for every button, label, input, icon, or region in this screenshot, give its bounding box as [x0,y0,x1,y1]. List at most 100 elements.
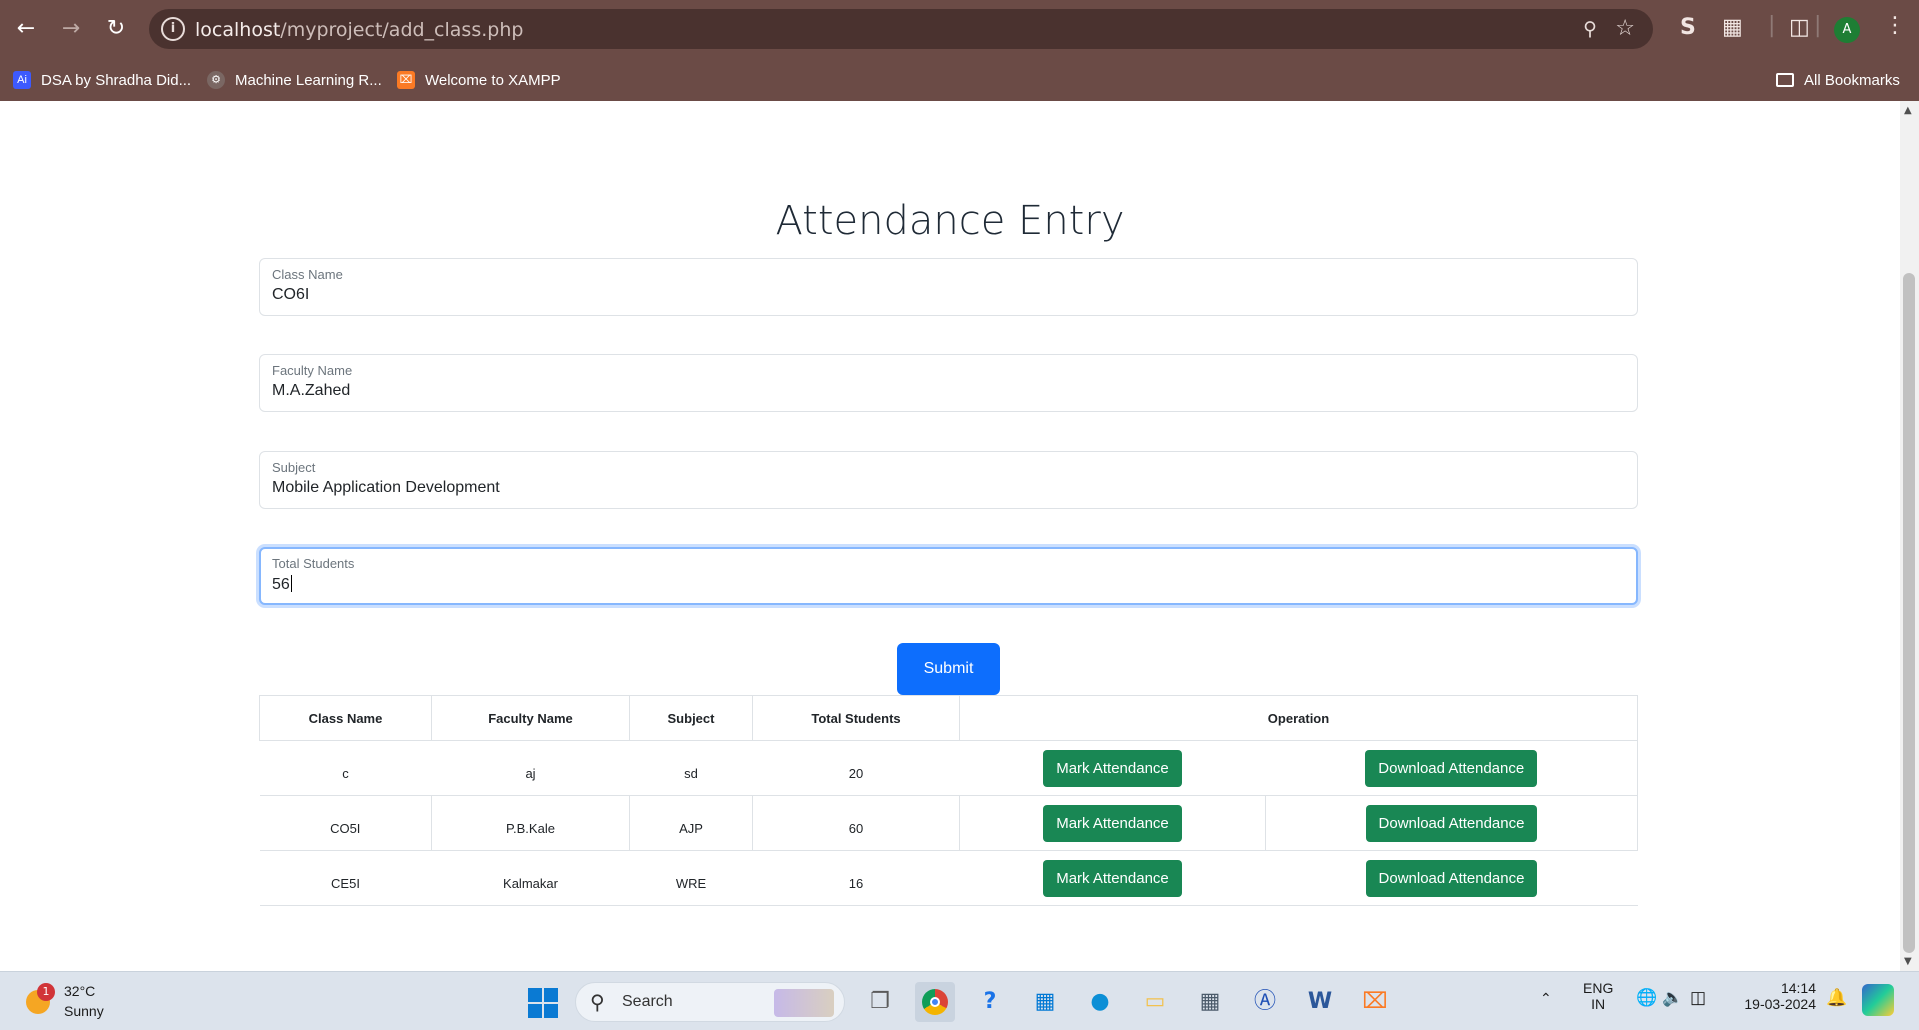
mark-attendance-button[interactable]: Mark Attendance [1043,804,1182,842]
cell-mark: Mark Attendance [959,850,1266,906]
download-attendance-button[interactable]: Download Attendance [1365,804,1538,842]
task-view-icon[interactable]: ❐ [860,982,900,1022]
cell-subject: AJP [629,795,753,851]
notification-bell-icon[interactable]: 🔔 [1826,988,1847,1008]
gear-icon: ⚙ [207,71,225,89]
page-title: Attendance Entry [775,198,1125,244]
bookmark-star-icon[interactable]: ☆ [1615,16,1635,41]
notification-badge: 1 [37,983,55,1001]
back-icon[interactable]: ← [10,13,42,45]
subject-value: Mobile Application Development [272,479,500,496]
folder-icon [1776,73,1794,87]
language-code: ENG [1583,980,1614,996]
calculator-icon[interactable]: ▦ [1190,982,1230,1022]
site-info-icon[interactable]: i [161,17,185,41]
language-indicator[interactable]: ENG IN [1583,980,1613,1012]
classes-table: Class Name Faculty Name Subject Total St… [259,695,1638,906]
scroll-up-arrow-icon[interactable]: ▲ [1904,105,1912,116]
xampp-icon: ⌧ [397,71,415,89]
cell-faculty: P.B.Kale [431,795,630,851]
battery-icon[interactable]: ◫ [1690,988,1706,1008]
mark-attendance-button[interactable]: Mark Attendance [1043,749,1182,787]
menu-kebab-icon[interactable]: ⋮ [1884,13,1906,38]
clock-time: 14:14 [1780,980,1816,996]
bookmark-label: DSA by Shradha Did... [41,71,192,89]
table-row: c aj sd 20 Mark Attendance Download Atte… [259,740,1638,796]
clock-date: 19-03-2024 [1744,996,1816,1012]
bookmark-item[interactable]: Ai DSA by Shradha Did... [13,68,191,92]
taskbar-search-label: Search [622,993,673,1010]
total-students-value: 56 [272,576,290,593]
forward-icon[interactable]: → [55,13,87,45]
text-caret [290,575,292,592]
network-icon[interactable]: 🌐 [1636,988,1657,1008]
microsoft-store-icon[interactable]: ▦ [1025,982,1065,1022]
scroll-down-arrow-icon[interactable]: ▼ [1904,956,1912,967]
all-bookmarks-label: All Bookmarks [1804,71,1900,89]
mark-attendance-button[interactable]: Mark Attendance [1043,859,1182,897]
reload-icon[interactable]: ↻ [100,13,132,45]
word-icon[interactable]: W [1300,982,1340,1022]
weather-temperature: 32°C [64,983,96,999]
class-name-value: CO6I [272,286,310,303]
col-header-faculty-name: Faculty Name [431,695,630,741]
search-icon: ⚲ [590,990,605,1014]
cell-subject: sd [629,740,753,796]
table-header-row: Class Name Faculty Name Subject Total St… [259,695,1638,741]
copilot-icon[interactable] [1862,984,1894,1016]
subject-label: Subject [272,460,316,475]
extensions-puzzle-icon[interactable]: ▦ [1722,15,1743,40]
zoom-icon[interactable]: ⚲ [1583,18,1597,40]
help-icon[interactable]: ? [970,982,1010,1022]
bookmark-label: Machine Learning R... [235,71,382,89]
side-panel-icon[interactable]: ◫ [1789,15,1810,40]
page-content: Attendance Entry Class Name CO6I Faculty… [0,101,1900,971]
app-a-icon[interactable]: Ⓐ [1245,982,1285,1022]
show-hidden-icons-chevron-icon[interactable]: ⌃ [1540,990,1552,1007]
cell-class-name: CO5I [259,795,432,851]
taskbar-search[interactable]: ⚲ Search [575,982,845,1022]
search-highlight-image [774,989,834,1017]
extension-s-icon[interactable]: S [1680,15,1696,40]
submit-button[interactable]: Submit [897,643,1000,695]
page-scrollbar[interactable]: ▲ ▼ [1900,101,1919,971]
class-name-field[interactable]: Class Name CO6I [259,258,1638,316]
faculty-name-field[interactable]: Faculty Name M.A.Zahed [259,354,1638,412]
cell-subject: WRE [629,850,753,906]
windows-start-icon[interactable] [528,988,558,1018]
total-students-value-wrap: 56 [272,575,292,594]
cell-faculty: Kalmakar [431,850,630,906]
class-name-label: Class Name [272,267,343,282]
bookmarks-bar: Ai DSA by Shradha Did... ⚙ Machine Learn… [0,58,1919,101]
toolbar-divider: | [1814,13,1822,38]
bookmark-item[interactable]: ⚙ Machine Learning R... [207,68,382,92]
clock[interactable]: 14:14 19-03-2024 [1736,980,1816,1012]
file-explorer-icon[interactable]: ▭ [1135,982,1175,1022]
url-host: localhost [195,19,281,41]
download-attendance-button[interactable]: Download Attendance [1365,749,1538,787]
col-header-total-students: Total Students [752,695,960,741]
cell-class-name: c [259,740,432,796]
browser-toolbar: ← → ↻ i localhost/myproject/add_class.ph… [0,0,1919,58]
chrome-icon[interactable] [915,982,955,1022]
weather-widget[interactable]: 1 32°C Sunny [24,979,144,1023]
total-students-field[interactable]: Total Students 56 [259,547,1638,605]
xampp-taskbar-icon[interactable]: ⌧ [1355,982,1395,1022]
download-attendance-button[interactable]: Download Attendance [1365,859,1538,897]
bookmark-label: Welcome to XAMPP [425,71,561,89]
volume-icon[interactable]: 🔈 [1662,988,1683,1008]
table-row: CO5I P.B.Kale AJP 60 Mark Attendance Dow… [259,795,1638,851]
all-bookmarks[interactable]: All Bookmarks [1776,68,1900,92]
faculty-name-value: M.A.Zahed [272,382,351,399]
col-header-operation: Operation [959,695,1638,741]
profile-avatar[interactable]: A [1834,17,1860,43]
cell-download: Download Attendance [1265,850,1638,906]
scrollbar-thumb[interactable] [1903,273,1915,953]
address-bar[interactable]: i localhost/myproject/add_class.php ⚲ ☆ [149,9,1653,49]
bookmark-item[interactable]: ⌧ Welcome to XAMPP [397,68,561,92]
cell-faculty: aj [431,740,630,796]
subject-field[interactable]: Subject Mobile Application Development [259,451,1638,509]
edge-icon[interactable]: ● [1080,982,1120,1022]
cell-mark: Mark Attendance [959,740,1266,796]
cell-mark: Mark Attendance [959,795,1266,851]
